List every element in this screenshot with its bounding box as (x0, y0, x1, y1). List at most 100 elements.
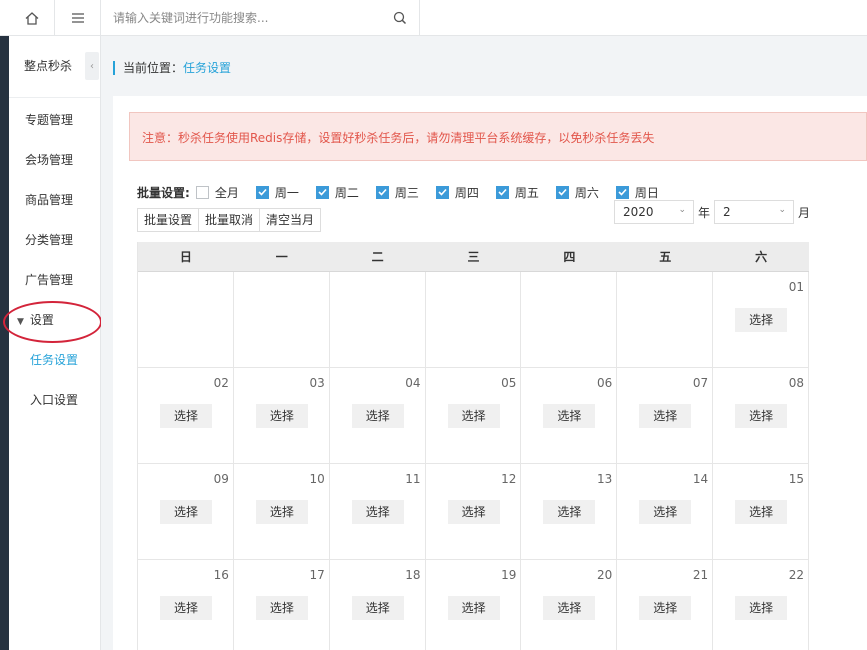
chevron-down-icon: ⌄ (678, 205, 686, 215)
day-number: 14 (692, 472, 709, 486)
sidebar-item-topics[interactable]: 专题管理 (25, 111, 73, 128)
select-day-button[interactable]: 选择 (543, 596, 596, 620)
day-number: 02 (213, 376, 229, 390)
check-icon (615, 185, 629, 199)
task-panel: 注意：秒杀任务使用Redis存储，设置好秒杀任务后，请勿清理平台系统缓存，以免秒… (113, 96, 867, 650)
weekday-mon: 一 (275, 250, 288, 264)
batch-set-button[interactable]: 批量设置 (137, 208, 200, 232)
home-button[interactable] (9, 0, 55, 36)
checkbox-tuesday[interactable]: 周二 (315, 184, 359, 201)
select-day-button[interactable]: 选择 (543, 500, 596, 524)
checkbox-label: 全月 (214, 185, 239, 200)
calendar-day-cell (617, 272, 714, 368)
select-day-button[interactable]: 选择 (255, 404, 308, 428)
year-select[interactable]: 2020 ⌄ (614, 200, 694, 224)
calendar-week-row: 02 选择 03 选择 04 选择 05 选择 06 选择 07 选择 08 选择 (138, 368, 810, 464)
select-day-button[interactable]: 选择 (160, 596, 212, 620)
select-day-button[interactable]: 选择 (447, 404, 500, 428)
calendar-body: 01 选择 02 选择 03 选择 04 选择 05 选择 06 选择 07 选择 08 选择 09 选择 10 选择… (138, 272, 810, 650)
select-day-button[interactable]: 选择 (735, 404, 788, 428)
calendar-day-cell: 02 选择 (138, 368, 234, 464)
checkbox-friday[interactable]: 周五 (495, 184, 539, 201)
select-day-button[interactable]: 选择 (735, 308, 788, 332)
select-day-button[interactable]: 选择 (639, 500, 692, 524)
weekday-tue: 二 (371, 250, 384, 264)
select-day-button[interactable]: 选择 (447, 596, 500, 620)
select-day-button[interactable]: 选择 (160, 404, 212, 428)
year-unit-label: 年 (698, 206, 711, 220)
month-unit-label: 月 (798, 206, 811, 220)
checkbox-sunday[interactable]: 周日 (615, 184, 659, 201)
select-day-button[interactable]: 选择 (735, 500, 788, 524)
breadcrumb-prefix: 当前位置： (123, 61, 184, 75)
checkbox-label: 周日 (634, 185, 659, 200)
checkbox-label: 周一 (274, 185, 299, 200)
checkbox-thursday[interactable]: 周四 (435, 184, 479, 201)
check-icon (255, 185, 269, 199)
select-day-button[interactable]: 选择 (351, 404, 404, 428)
sidebar-item-categories[interactable]: 分类管理 (25, 231, 73, 248)
calendar-day-cell (330, 272, 426, 368)
day-number: 20 (597, 568, 613, 582)
calendar-week-row: 16 选择 17 选择 18 选择 19 选择 20 选择 21 选择 22 选择 (138, 560, 810, 650)
check-icon (435, 185, 449, 199)
sidebar-item-task-settings[interactable]: 任务设置 (30, 351, 78, 368)
select-day-button[interactable]: 选择 (639, 596, 692, 620)
batch-settings-row: 批量设置: 全月 周一 周二 周三 周四 周五 周六 周日 (137, 183, 676, 201)
checkbox-label: 周五 (514, 185, 539, 200)
main-content: 当前位置：任务设置 注意：秒杀任务使用Redis存储，设置好秒杀任务后，请勿清理… (101, 36, 867, 650)
search-box (101, 0, 420, 36)
day-number: 12 (501, 472, 517, 486)
calendar-day-cell: 17 选择 (234, 560, 330, 650)
search-icon[interactable] (393, 11, 407, 25)
check-icon (375, 185, 389, 199)
check-icon (315, 185, 329, 199)
day-number: 03 (309, 376, 325, 390)
sidebar-item-venues[interactable]: 会场管理 (25, 151, 73, 168)
sidebar-item-ads[interactable]: 广告管理 (25, 271, 73, 288)
sidebar-item-products[interactable]: 商品管理 (25, 191, 73, 208)
sidebar-divider (9, 97, 100, 98)
check-icon (495, 185, 509, 199)
calendar-day-cell: 06 选择 (521, 368, 618, 464)
breadcrumb-current[interactable]: 任务设置 (183, 61, 231, 75)
checkbox-whole-month[interactable]: 全月 (195, 184, 239, 201)
select-day-button[interactable]: 选择 (255, 596, 308, 620)
weekday-wed: 三 (467, 250, 480, 264)
batch-cancel-button[interactable]: 批量取消 (198, 208, 261, 232)
select-day-button[interactable]: 选择 (255, 500, 308, 524)
day-number: 08 (788, 376, 805, 390)
weekday-fri: 五 (659, 250, 672, 264)
top-bar (0, 0, 867, 36)
day-number: 13 (597, 472, 613, 486)
day-number: 01 (788, 280, 805, 294)
batch-button-group: 批量设置 批量取消 清空当月 (137, 208, 322, 232)
checkbox-label: 周三 (394, 185, 419, 200)
search-input[interactable] (113, 8, 383, 28)
checkbox-label: 周六 (574, 185, 599, 200)
sidebar: 整点秒杀 ‹ 专题管理 会场管理 商品管理 分类管理 广告管理 ▼ 设置 任务设置… (9, 36, 101, 650)
month-select[interactable]: 2 ⌄ (714, 200, 794, 224)
select-day-button[interactable]: 选择 (160, 500, 212, 524)
select-day-button[interactable]: 选择 (447, 500, 500, 524)
sidebar-item-entry-settings[interactable]: 入口设置 (30, 391, 78, 408)
select-day-button[interactable]: 选择 (735, 596, 788, 620)
checkbox-wednesday[interactable]: 周三 (375, 184, 419, 201)
calendar-day-cell (138, 272, 234, 368)
checkbox-saturday[interactable]: 周六 (555, 184, 599, 201)
select-day-button[interactable]: 选择 (351, 500, 404, 524)
select-day-button[interactable]: 选择 (543, 404, 596, 428)
select-day-button[interactable]: 选择 (351, 596, 404, 620)
calendar-day-cell: 07 选择 (617, 368, 714, 464)
day-number: 22 (788, 568, 805, 582)
calendar-week-row: 09 选择 10 选择 11 选择 12 选择 13 选择 14 选择 15 选择 (138, 464, 810, 560)
sidebar-collapse-button[interactable]: ‹ (85, 52, 99, 80)
select-day-button[interactable]: 选择 (639, 404, 692, 428)
home-icon (25, 11, 38, 25)
weekday-thu: 四 (563, 250, 576, 264)
day-number: 05 (501, 376, 517, 390)
calendar-day-cell: 14 选择 (617, 464, 714, 560)
checkbox-monday[interactable]: 周一 (255, 184, 299, 201)
menu-toggle-button[interactable] (55, 0, 101, 36)
clear-month-button[interactable]: 清空当月 (259, 208, 322, 232)
